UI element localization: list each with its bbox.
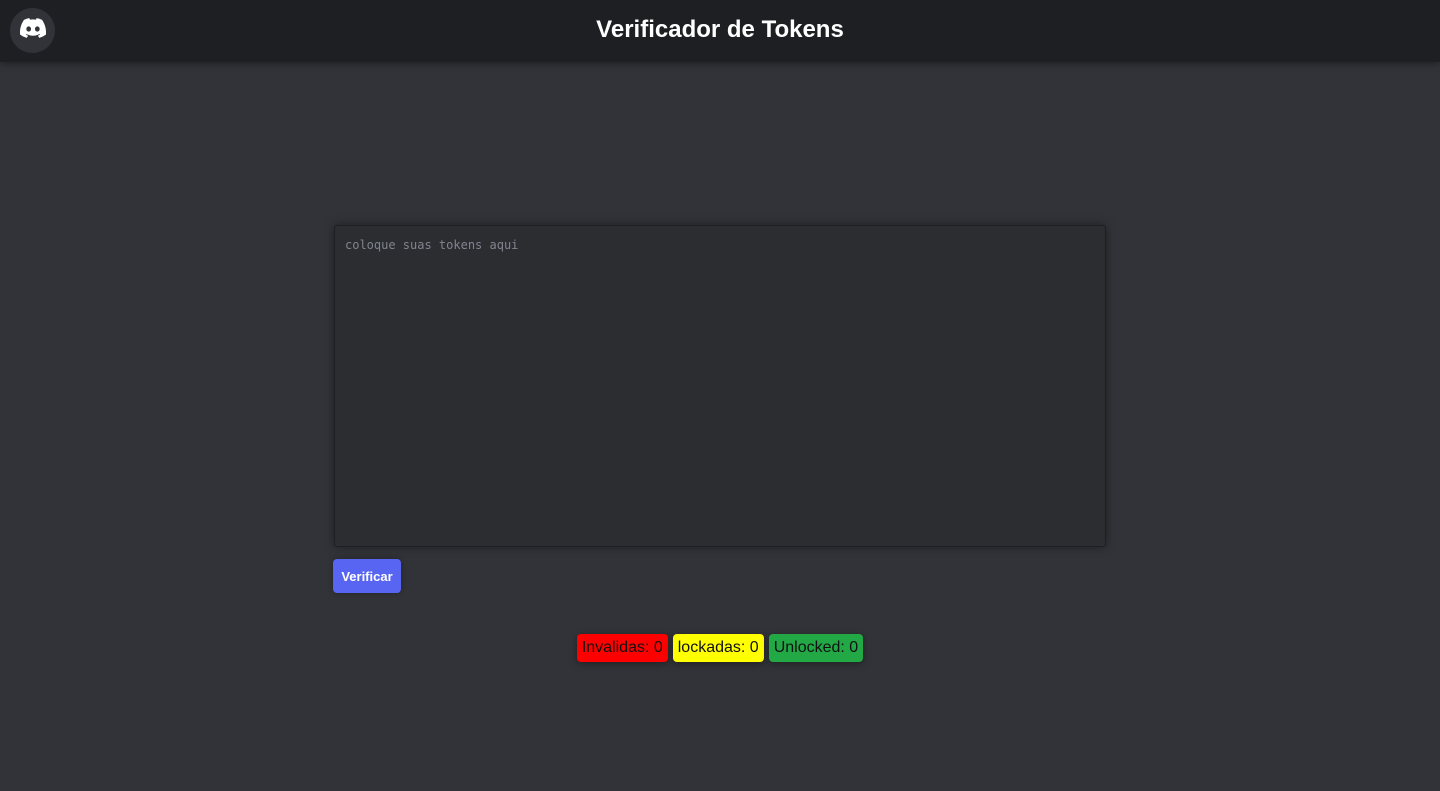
token-textarea[interactable] [334, 225, 1106, 547]
top-bar: Verificador de Tokens [0, 0, 1440, 62]
main-content: Verificar Invalidas: 0 lockadas: 0 Unloc… [0, 62, 1440, 791]
status-counters: Invalidas: 0 lockadas: 0 Unlocked: 0 [0, 634, 1440, 662]
verify-button[interactable]: Verificar [333, 559, 401, 593]
locked-count-badge: lockadas: 0 [672, 634, 764, 662]
page-title: Verificador de Tokens [596, 16, 844, 43]
invalid-count-badge: Invalidas: 0 [576, 634, 668, 662]
unlocked-count-badge: Unlocked: 0 [768, 634, 864, 662]
